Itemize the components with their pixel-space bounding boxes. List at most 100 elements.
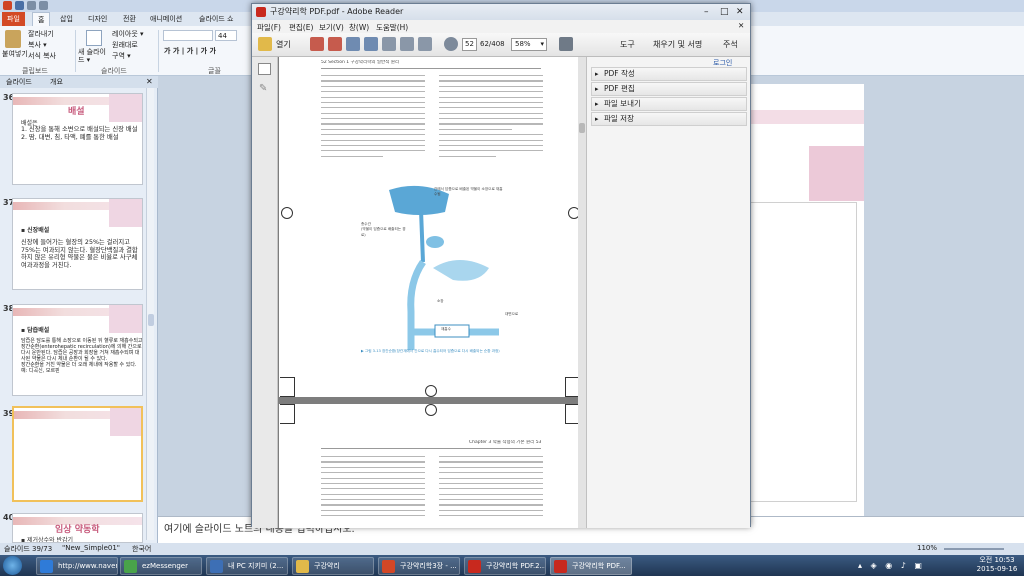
previous-page-icon[interactable] [444, 37, 458, 51]
language-indicator[interactable]: 한국어 [132, 544, 151, 554]
scrollbar-thumb[interactable] [148, 314, 154, 326]
undo-icon[interactable] [27, 1, 36, 10]
edit-pdf-section[interactable]: PDF 편집 [591, 82, 747, 96]
thumbnail-scrollbar[interactable] [146, 88, 154, 540]
slide-thumbnail-selected[interactable] [12, 406, 143, 502]
page-number-input[interactable]: 52 [462, 38, 477, 51]
panel-tabs: 슬라이드 개요 ✕ [0, 76, 158, 88]
edit-pdf-icon[interactable] [328, 37, 342, 51]
comment-button[interactable]: 주석 [723, 39, 738, 50]
menu-help[interactable]: 도움말(H) [376, 22, 408, 33]
taskbar-item[interactable]: 내 PC 지키미 (2... [206, 557, 288, 575]
new-slide-icon[interactable] [86, 30, 102, 46]
shield-icon [210, 560, 223, 573]
tab-design[interactable]: 디자인 [83, 12, 112, 26]
taskbar-item[interactable]: http://www.naver... [36, 557, 118, 575]
tab-home[interactable]: 홈 [32, 12, 51, 26]
zoom-slider[interactable] [944, 548, 1004, 550]
adobe-reader-window: 구강약리학 PDF.pdf - Adobe Reader – □ ✕ 파일(F)… [251, 3, 751, 528]
send-file-section[interactable]: 파일 보내기 [591, 97, 747, 111]
group-divider [158, 30, 159, 72]
slide-banner-accent [109, 94, 142, 122]
figure-label: 총수관 (약물이 담즙으로 배출되는 경로) [361, 222, 406, 237]
zoom-level[interactable]: 110% [917, 544, 937, 552]
print-icon[interactable] [400, 37, 414, 51]
tab-insert[interactable]: 삽입 [55, 12, 78, 26]
email-icon[interactable] [418, 37, 432, 51]
attachments-icon[interactable]: ✎ [259, 83, 270, 94]
reset-button[interactable]: 원래대로 [112, 40, 138, 50]
menu-edit[interactable]: 편집(E) [289, 22, 313, 33]
taskbar-item[interactable]: ezMessenger [120, 557, 202, 575]
close-panel-icon[interactable]: ✕ [146, 77, 153, 86]
zoom-select[interactable]: 58% ▾ [511, 38, 547, 51]
open-button[interactable]: 열기 [276, 39, 291, 50]
font-name-select[interactable] [163, 30, 213, 41]
create-pdf-icon[interactable] [310, 37, 324, 51]
clock-time: 오전 10:53 [979, 556, 1015, 564]
share-icon[interactable] [346, 37, 360, 51]
tab-outline[interactable]: 개요 [47, 77, 66, 87]
upload-icon[interactable] [364, 37, 378, 51]
slide-thumbnail[interactable]: ▪ 신장배설 신장에 들어가는 혈장의 25%는 걸러지고 75%는 여과되지 … [12, 198, 143, 290]
minimize-icon[interactable]: – [704, 4, 709, 20]
tools-button[interactable]: 도구 [620, 39, 635, 50]
zoom-value: 58% [515, 40, 531, 48]
save-file-section[interactable]: 파일 저장 [591, 112, 747, 126]
tab-slideshow[interactable]: 슬라이드 쇼 [194, 12, 238, 26]
clock[interactable]: 오전 10:53 2015-09-16 [974, 556, 1020, 574]
reader-title: 구강약리학 PDF.pdf - Adobe Reader [270, 7, 404, 16]
tab-slides[interactable]: 슬라이드 [3, 77, 35, 87]
system-tray-icons[interactable]: ▴ ◈ ◉ ♪ ▣ [858, 561, 925, 570]
menu-view[interactable]: 보기(V) [319, 22, 344, 33]
create-pdf-section[interactable]: PDF 작성 [591, 67, 747, 81]
tab-file[interactable]: 파일 [2, 12, 25, 26]
taskbar-item[interactable]: 구강약리학 PDF.2... [464, 557, 546, 575]
menu-window[interactable]: 창(W) [349, 22, 369, 33]
document-view[interactable]: 52 Section 1 구강약리학의 일반적 원리 간에서 담즙으로 배출된 … [278, 57, 586, 528]
pdf-page: 52 Section 1 구강약리학의 일반적 원리 간에서 담즙으로 배출된 … [279, 57, 583, 397]
font-size-select[interactable]: 44 [215, 30, 237, 41]
stomach-shape [433, 260, 489, 281]
maximize-icon[interactable]: □ [720, 4, 729, 20]
slide-body: 1. 신장을 통해 소변으로 배설되는 신장 배설 2. 땀, 대변, 침, 타… [21, 126, 138, 141]
slide-thumbnail[interactable]: 배설 배설은 1. 신장을 통해 소변으로 배설되는 신장 배설 2. 땀, 대… [12, 93, 143, 185]
close-icon[interactable]: ✕ [736, 4, 744, 20]
save-icon[interactable] [15, 1, 24, 10]
paste-icon[interactable] [5, 30, 21, 48]
scrollbar-thumb[interactable] [579, 123, 585, 133]
gallbladder-shape [426, 236, 444, 248]
save-icon[interactable] [382, 37, 396, 51]
page-thumbnails-icon[interactable] [258, 63, 271, 75]
reader-navigation-pane: ✎ [252, 57, 278, 528]
open-icon[interactable] [258, 37, 272, 51]
format-painter-button[interactable]: 서식 복사 [28, 51, 56, 61]
reader-toolbar: 열기 52 62/408 58% ▾ 도구 채우기 및 서명 주석 [252, 33, 750, 57]
tab-animations[interactable]: 애니메이션 [145, 12, 187, 26]
font-style-buttons[interactable]: 가 가 | 가 | 가 가 [164, 46, 216, 56]
close-doc-icon[interactable]: ✕ [738, 21, 744, 30]
cut-button[interactable]: 잘라내기 [28, 29, 54, 39]
copy-button[interactable]: 복사 ▾ [28, 40, 47, 50]
taskbar-item-label: 구강약리 [314, 562, 340, 570]
slide-thumbnail[interactable]: 임상 약동학 ▪ 제거상수와 반감기 [12, 513, 143, 543]
layout-button[interactable]: 레이아웃 ▾ [112, 29, 144, 39]
tools-icon[interactable] [559, 37, 573, 51]
taskbar-item[interactable]: 구강약리 [292, 557, 374, 575]
taskbar-item[interactable]: 구강약리학3장 - ... [378, 557, 460, 575]
bile-duct [419, 209, 425, 263]
paste-button[interactable]: 붙여넣기 [2, 49, 28, 59]
slide-thumbnail[interactable]: ▪ 담즙배설 담즙은 담도를 통해 소장으로 이동된 뒤 혈류로 재흡수되고 장… [12, 304, 143, 396]
start-button[interactable] [3, 556, 22, 575]
section-button[interactable]: 구역 ▾ [112, 51, 131, 61]
redo-icon[interactable] [39, 1, 48, 10]
slide-subtitle: ▪ 담즙배설 [21, 327, 50, 334]
taskbar-item-active[interactable]: 구강약리학 PDF... [550, 557, 632, 575]
menu-file[interactable]: 파일(F) [257, 22, 281, 33]
clock-date: 2015-09-16 [976, 565, 1018, 573]
document-scrollbar[interactable] [578, 57, 586, 528]
fill-sign-button[interactable]: 채우기 및 서명 [653, 39, 702, 50]
tab-transitions[interactable]: 전환 [118, 12, 141, 26]
new-slide-button[interactable]: 새 슬라이드 ▾ [78, 48, 112, 64]
slide-banner-accent [110, 408, 141, 436]
